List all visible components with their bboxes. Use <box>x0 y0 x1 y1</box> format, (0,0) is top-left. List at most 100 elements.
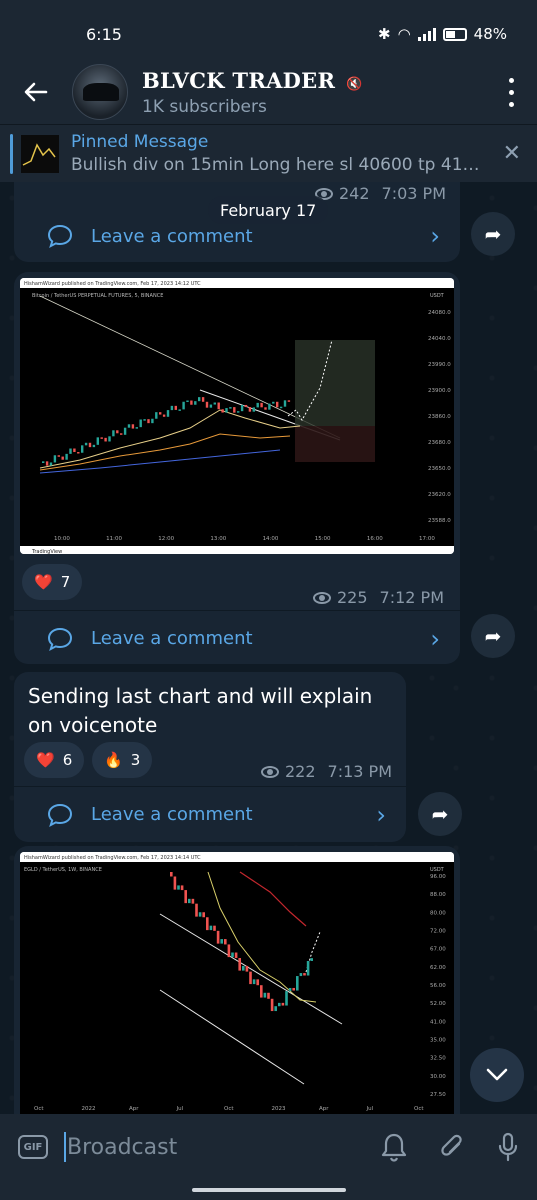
microphone-icon[interactable] <box>497 1132 519 1162</box>
tick-label: 72.00 <box>430 929 446 935</box>
channel-info[interactable]: BLVCK TRADER 🔇 1K subscribers <box>142 68 363 117</box>
candle <box>177 885 180 890</box>
candle <box>252 407 255 412</box>
btc-chart-image[interactable]: HishamWizard published on TradingView.co… <box>20 278 454 554</box>
candle <box>77 452 80 454</box>
tick-label: Oct <box>414 1106 424 1112</box>
candle <box>217 402 220 410</box>
view-count: 242 <box>338 184 370 203</box>
reaction-fire[interactable]: 🔥 3 <box>92 742 153 778</box>
reaction-heart[interactable]: ❤️ 6 <box>24 742 85 778</box>
battery-level: 48% <box>473 25 507 43</box>
candle <box>162 414 166 417</box>
candle <box>182 401 185 410</box>
candle <box>151 418 154 424</box>
broadcast-input[interactable]: Broadcast <box>67 1135 177 1160</box>
bell-icon[interactable] <box>381 1132 407 1162</box>
close-icon[interactable]: ✕ <box>503 141 521 166</box>
tick-label: 41.00 <box>430 1019 446 1025</box>
candle <box>42 461 45 463</box>
candle <box>84 442 88 446</box>
reaction-count: 3 <box>130 751 141 769</box>
candle <box>285 991 288 1006</box>
status-bar: 6:15 ✱ ◠ 48% <box>0 0 537 60</box>
candle <box>264 407 267 410</box>
chart-symbol-text: EGLD / TetherUS, 1W, BINANCE <box>24 867 102 873</box>
x-axis-ticks: Oct 2022 Apr Jul Oct 2023 Apr Jul Oct <box>34 1106 424 1112</box>
candle <box>221 409 224 413</box>
status-time: 6:15 <box>86 24 122 44</box>
scroll-down-button[interactable] <box>470 1048 524 1102</box>
candle <box>170 872 173 877</box>
candle <box>267 992 270 999</box>
share-forward-icon[interactable]: ➦ <box>471 614 515 658</box>
text-caret <box>64 1132 66 1162</box>
candle <box>135 427 138 429</box>
gif-button[interactable]: GIF <box>18 1135 48 1159</box>
candle <box>112 430 115 437</box>
candle <box>242 965 245 971</box>
chart-currency-text: USDT <box>430 293 445 299</box>
view-count: 222 <box>284 762 316 781</box>
more-options-icon[interactable] <box>501 74 521 110</box>
candle <box>88 442 92 448</box>
egld-chart-image[interactable]: HishamWizard published on TradingView.co… <box>20 852 454 1114</box>
tick-label: 35.00 <box>430 1038 446 1044</box>
candle <box>248 407 252 412</box>
candle <box>288 987 292 992</box>
chart-currency-text: USDT <box>430 867 445 873</box>
home-indicator[interactable] <box>192 1188 346 1192</box>
tick-label: 15:00 <box>315 536 331 542</box>
chevron-right-icon: › <box>376 800 386 829</box>
broadcast-input-bar: GIF Broadcast <box>0 1114 537 1180</box>
tradingview-footer: TradingView <box>31 549 62 554</box>
leave-comment-button[interactable]: Leave a comment › <box>14 786 406 842</box>
candle <box>244 404 248 408</box>
candle <box>120 433 123 435</box>
heart-icon: ❤️ <box>34 573 53 591</box>
candle <box>252 979 256 985</box>
tick-label: 80.00 <box>430 910 446 916</box>
candle <box>299 973 303 977</box>
tick-label: 30.00 <box>430 1074 446 1080</box>
pinned-preview: Bullish div on 15min Long here sl 40600 … <box>71 155 480 175</box>
candle <box>270 998 274 1012</box>
leave-comment-button[interactable]: Leave a comment › <box>14 610 460 666</box>
pinned-title: Pinned Message <box>71 132 209 152</box>
tick-label: 56.00 <box>430 983 446 989</box>
tick-label: 13:00 <box>210 536 226 542</box>
share-forward-icon[interactable]: ➦ <box>418 792 462 836</box>
candle <box>276 401 279 408</box>
attach-icon[interactable] <box>439 1132 465 1162</box>
tick-label: Jul <box>366 1106 374 1112</box>
candle <box>249 971 252 985</box>
comment-bubble-icon <box>47 627 77 651</box>
post-meta: 242 7:03 PM <box>314 184 446 203</box>
tick-label: 23680.0 <box>428 440 451 446</box>
heart-icon: ❤️ <box>36 751 55 769</box>
candle <box>127 424 131 428</box>
tick-label: 23860.0 <box>428 414 451 420</box>
candle <box>116 430 119 434</box>
chart-header-text: HishamWizard published on TradingView.co… <box>24 281 201 287</box>
candle <box>201 397 205 402</box>
views-icon <box>260 765 279 778</box>
channel-avatar[interactable] <box>72 64 128 120</box>
tick-label: Oct <box>224 1106 234 1112</box>
candle <box>256 979 259 986</box>
post-3: Sending last chart and will explain on v… <box>14 672 406 842</box>
candle <box>227 944 231 958</box>
candle <box>174 405 177 410</box>
candle <box>224 939 227 945</box>
share-forward-icon[interactable]: ➦ <box>471 212 515 256</box>
candle <box>274 1006 277 1012</box>
post-4: HishamWizard published on TradingView.co… <box>14 846 460 1114</box>
reaction-heart[interactable]: ❤️ 7 <box>22 564 83 600</box>
candle <box>131 424 135 429</box>
pinned-message-bar[interactable]: Pinned Message Bullish div on 15min Long… <box>0 124 537 182</box>
candle <box>209 925 213 931</box>
tick-label: 17:00 <box>419 536 435 542</box>
candle <box>205 401 209 408</box>
tick-label: 62.00 <box>430 965 446 971</box>
back-arrow-icon[interactable] <box>0 60 72 124</box>
